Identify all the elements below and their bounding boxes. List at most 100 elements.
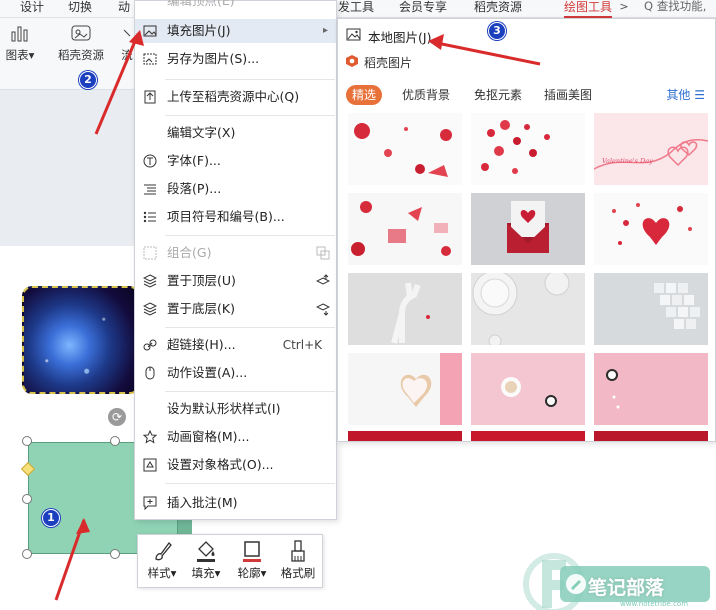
- tab-transition[interactable]: 切换: [68, 0, 92, 18]
- chart-label: 图表▾: [5, 48, 35, 62]
- plates-thumb-art: [472, 273, 570, 345]
- image-fill-icon: [143, 25, 157, 37]
- category-tab-illustrations[interactable]: 插画美图: [538, 85, 598, 105]
- menu-item-font[interactable]: 字体(F)...: [135, 149, 336, 173]
- upload-icon: [144, 90, 156, 104]
- ungroup-icon: [316, 246, 330, 260]
- picture-thumb-petals[interactable]: [471, 113, 585, 185]
- format-icon: [143, 458, 157, 472]
- style-label: 样式▾: [147, 566, 177, 580]
- picture-thumb-valentine[interactable]: Valentine's Day: [594, 113, 708, 185]
- chart-button[interactable]: 图表▾: [0, 22, 40, 63]
- paint-bucket-icon: [197, 541, 215, 562]
- flow-icon: [123, 29, 131, 37]
- local-picture-item[interactable]: 本地图片(J): [338, 23, 715, 47]
- menu-item-group[interactable]: 组合(G): [135, 241, 336, 265]
- resize-handle-top-left[interactable]: [22, 436, 32, 446]
- deer-thumb-art: [391, 282, 430, 344]
- bring-front-side-icon: [316, 274, 330, 285]
- picture-thumb-heart-cookie[interactable]: [348, 353, 462, 425]
- brush-icon: [155, 542, 172, 561]
- more-tabs-button[interactable]: >: [617, 0, 631, 16]
- star-icon: [143, 430, 157, 444]
- menu-item-send-to-back[interactable]: 置于底层(K): [135, 297, 336, 321]
- ribbon-tab-bar: 设计 切换 动 发工具 会员专享 稻壳资源 绘图工具 > Q 查找功能,: [0, 0, 716, 18]
- hyperlink-shortcut: Ctrl+K: [282, 338, 322, 352]
- save-image-icon: [143, 53, 157, 65]
- galaxy-image[interactable]: [22, 286, 140, 394]
- resize-handle-left[interactable]: [22, 494, 32, 504]
- menu-item-edit-text[interactable]: 编辑文字(X): [135, 121, 336, 145]
- outline-button[interactable]: 轮廓▾: [230, 539, 274, 581]
- picture-thumb-roses-2[interactable]: [348, 193, 462, 265]
- picture-thumb-plates[interactable]: [471, 273, 585, 345]
- tab-member[interactable]: 会员专享: [399, 0, 447, 18]
- menu-separator: [165, 115, 335, 116]
- tab-animation[interactable]: 动: [118, 0, 130, 18]
- watermark-text: 笔记部落: [588, 577, 665, 599]
- menu-item-bring-to-front[interactable]: 置于顶层(U): [135, 269, 336, 293]
- floating-shape-toolbar: 样式▾ 填充▾ 轮廓▾ 格式刷: [137, 534, 323, 588]
- send-back-side-icon: [316, 303, 330, 316]
- menu-separator: [165, 79, 335, 80]
- menu-separator: [165, 483, 335, 484]
- resize-handle-bottom[interactable]: [110, 549, 120, 559]
- daoke-resource-button[interactable]: 稻壳资源: [56, 22, 106, 63]
- watermark-url: www.notetribe.com: [620, 600, 689, 608]
- category-tab-cutouts[interactable]: 免抠元素: [468, 85, 528, 105]
- more-categories-button[interactable]: 其他 ☰: [666, 85, 705, 105]
- menu-item-edit-vertex[interactable]: 编辑顶点(E): [135, 0, 336, 9]
- context-menu: 编辑顶点(E) 填充图片(J) ▸ 另存为图片(S)... 上传至稻壳资源中心(…: [134, 0, 337, 520]
- daoke-resource-icon: [71, 25, 91, 41]
- tab-design[interactable]: 设计: [20, 0, 44, 18]
- alarm-thumb-art: [606, 369, 620, 409]
- outline-label: 轮廓▾: [237, 566, 267, 580]
- menu-separator: [165, 235, 335, 236]
- menu-item-insert-comment[interactable]: 插入批注(M): [135, 491, 336, 515]
- menu-item-format-object[interactable]: 设置对象格式(O)...: [135, 453, 336, 477]
- category-tab-backgrounds[interactable]: 优质背景: [396, 85, 456, 105]
- picture-thumb-red-1[interactable]: [348, 431, 462, 441]
- fill-label: 填充▾: [191, 566, 221, 580]
- category-tab-featured[interactable]: 精选: [346, 85, 383, 105]
- search-input[interactable]: Q 查找功能,: [644, 0, 716, 16]
- tab-drawing-tools[interactable]: 绘图工具: [564, 0, 613, 18]
- fill-button[interactable]: 填充▾: [184, 539, 228, 581]
- menu-item-paragraph[interactable]: 段落(P)...: [135, 177, 336, 201]
- menu-item-default-shape-style[interactable]: 设为默认形状样式(I): [135, 397, 336, 421]
- picture-thumb-coffee[interactable]: [471, 353, 585, 425]
- picture-thumb-red-2[interactable]: [471, 431, 585, 441]
- menu-item-upload-daoke[interactable]: 上传至稻壳资源中心(Q): [135, 85, 336, 109]
- submenu-arrow-icon: ▸: [322, 25, 328, 36]
- format-painter-button[interactable]: 格式刷: [276, 539, 320, 581]
- menu-item-action-settings[interactable]: 动作设置(A)...: [135, 361, 336, 385]
- rotate-handle-icon[interactable]: ⟳: [108, 408, 126, 426]
- daoke-logo-icon: [346, 55, 358, 67]
- bullet-list-icon: [143, 211, 156, 223]
- picture-thumb-roses-1[interactable]: [348, 113, 462, 185]
- comment-icon: [143, 496, 157, 510]
- resize-handle-bottom-left[interactable]: [22, 549, 32, 559]
- bring-front-icon: [143, 274, 157, 288]
- picture-thumb-envelope[interactable]: [471, 193, 585, 265]
- format-painter-icon: [291, 540, 305, 562]
- daoke-resource-label: 稻壳资源: [58, 48, 104, 62]
- menu-item-fill-picture[interactable]: 填充图片(J) ▸: [135, 19, 336, 43]
- picture-thumb-alarm[interactable]: [594, 353, 708, 425]
- picture-thumb-red-3[interactable]: [594, 431, 708, 441]
- tab-daoke[interactable]: 稻壳资源: [474, 0, 522, 18]
- menu-item-save-as-picture[interactable]: 另存为图片(S)...: [135, 47, 336, 71]
- picture-category-tabs: 精选 优质背景 免抠元素 插画美图 其他 ☰: [338, 83, 715, 107]
- picture-thumb-hearts[interactable]: [594, 193, 708, 265]
- tab-dev-tools[interactable]: 发工具: [338, 0, 374, 18]
- menu-item-bullets[interactable]: 项目符号和编号(B)...: [135, 205, 336, 229]
- roses-gifts-thumb-art: [351, 201, 451, 256]
- picture-thumb-cubes[interactable]: [594, 273, 708, 345]
- fill-picture-submenu: 本地图片(J) 稻壳图片 精选 优质背景 免抠元素 插画美图 其他 ☰ Vale…: [337, 18, 716, 442]
- cubes-thumb-art: [654, 283, 700, 329]
- menu-item-hyperlink[interactable]: 超链接(H)... Ctrl+K: [135, 333, 336, 357]
- style-button[interactable]: 样式▾: [140, 539, 184, 581]
- picture-thumb-deer[interactable]: [348, 273, 462, 345]
- menu-item-animation-pane[interactable]: 动画窗格(M)...: [135, 425, 336, 449]
- resize-handle-top[interactable]: [110, 436, 120, 446]
